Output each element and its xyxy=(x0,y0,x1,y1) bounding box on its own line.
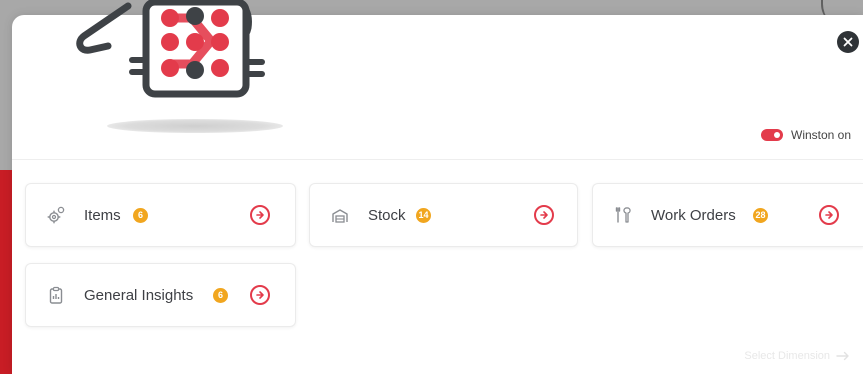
card-stock[interactable]: Stock 14 xyxy=(309,183,578,247)
select-dimension-link[interactable]: Select Dimension xyxy=(744,350,850,362)
select-dimension-label: Select Dimension xyxy=(744,350,830,362)
clipboard-icon xyxy=(46,285,66,305)
card-items-go-button[interactable] xyxy=(250,205,270,225)
close-icon xyxy=(843,37,853,47)
warehouse-icon xyxy=(330,205,350,225)
card-general-insights-badge: 6 xyxy=(213,288,228,303)
card-items-title: Items xyxy=(84,207,121,224)
header-divider xyxy=(12,159,863,160)
arrow-right-icon xyxy=(825,211,833,219)
winston-mascot-icon xyxy=(76,0,265,98)
gears-icon xyxy=(46,205,66,225)
card-work-orders-title: Work Orders xyxy=(651,207,736,224)
tools-icon xyxy=(613,205,633,225)
card-items[interactable]: Items 6 xyxy=(25,183,296,247)
card-general-insights[interactable]: General Insights 6 xyxy=(25,263,296,327)
card-stock-go-button[interactable] xyxy=(534,205,554,225)
card-general-insights-go-button[interactable] xyxy=(250,285,270,305)
card-general-insights-title: General Insights xyxy=(84,287,194,304)
card-items-badge: 6 xyxy=(133,208,148,223)
card-work-orders[interactable]: Work Orders 28 xyxy=(592,183,863,247)
winston-toggle-label: Winston on xyxy=(791,128,852,142)
arrow-right-icon xyxy=(836,351,849,361)
card-work-orders-go-button[interactable] xyxy=(819,205,839,225)
close-button[interactable] xyxy=(837,31,859,53)
winston-toggle[interactable] xyxy=(761,129,783,141)
card-work-orders-badge: 28 xyxy=(753,208,768,223)
arrow-right-icon xyxy=(540,211,548,219)
arrow-right-icon xyxy=(256,211,264,219)
arrow-right-icon xyxy=(256,291,264,299)
card-stock-title: Stock xyxy=(368,207,406,224)
card-stock-badge: 14 xyxy=(416,208,431,223)
winston-toggle-group: Winston on xyxy=(761,128,851,142)
